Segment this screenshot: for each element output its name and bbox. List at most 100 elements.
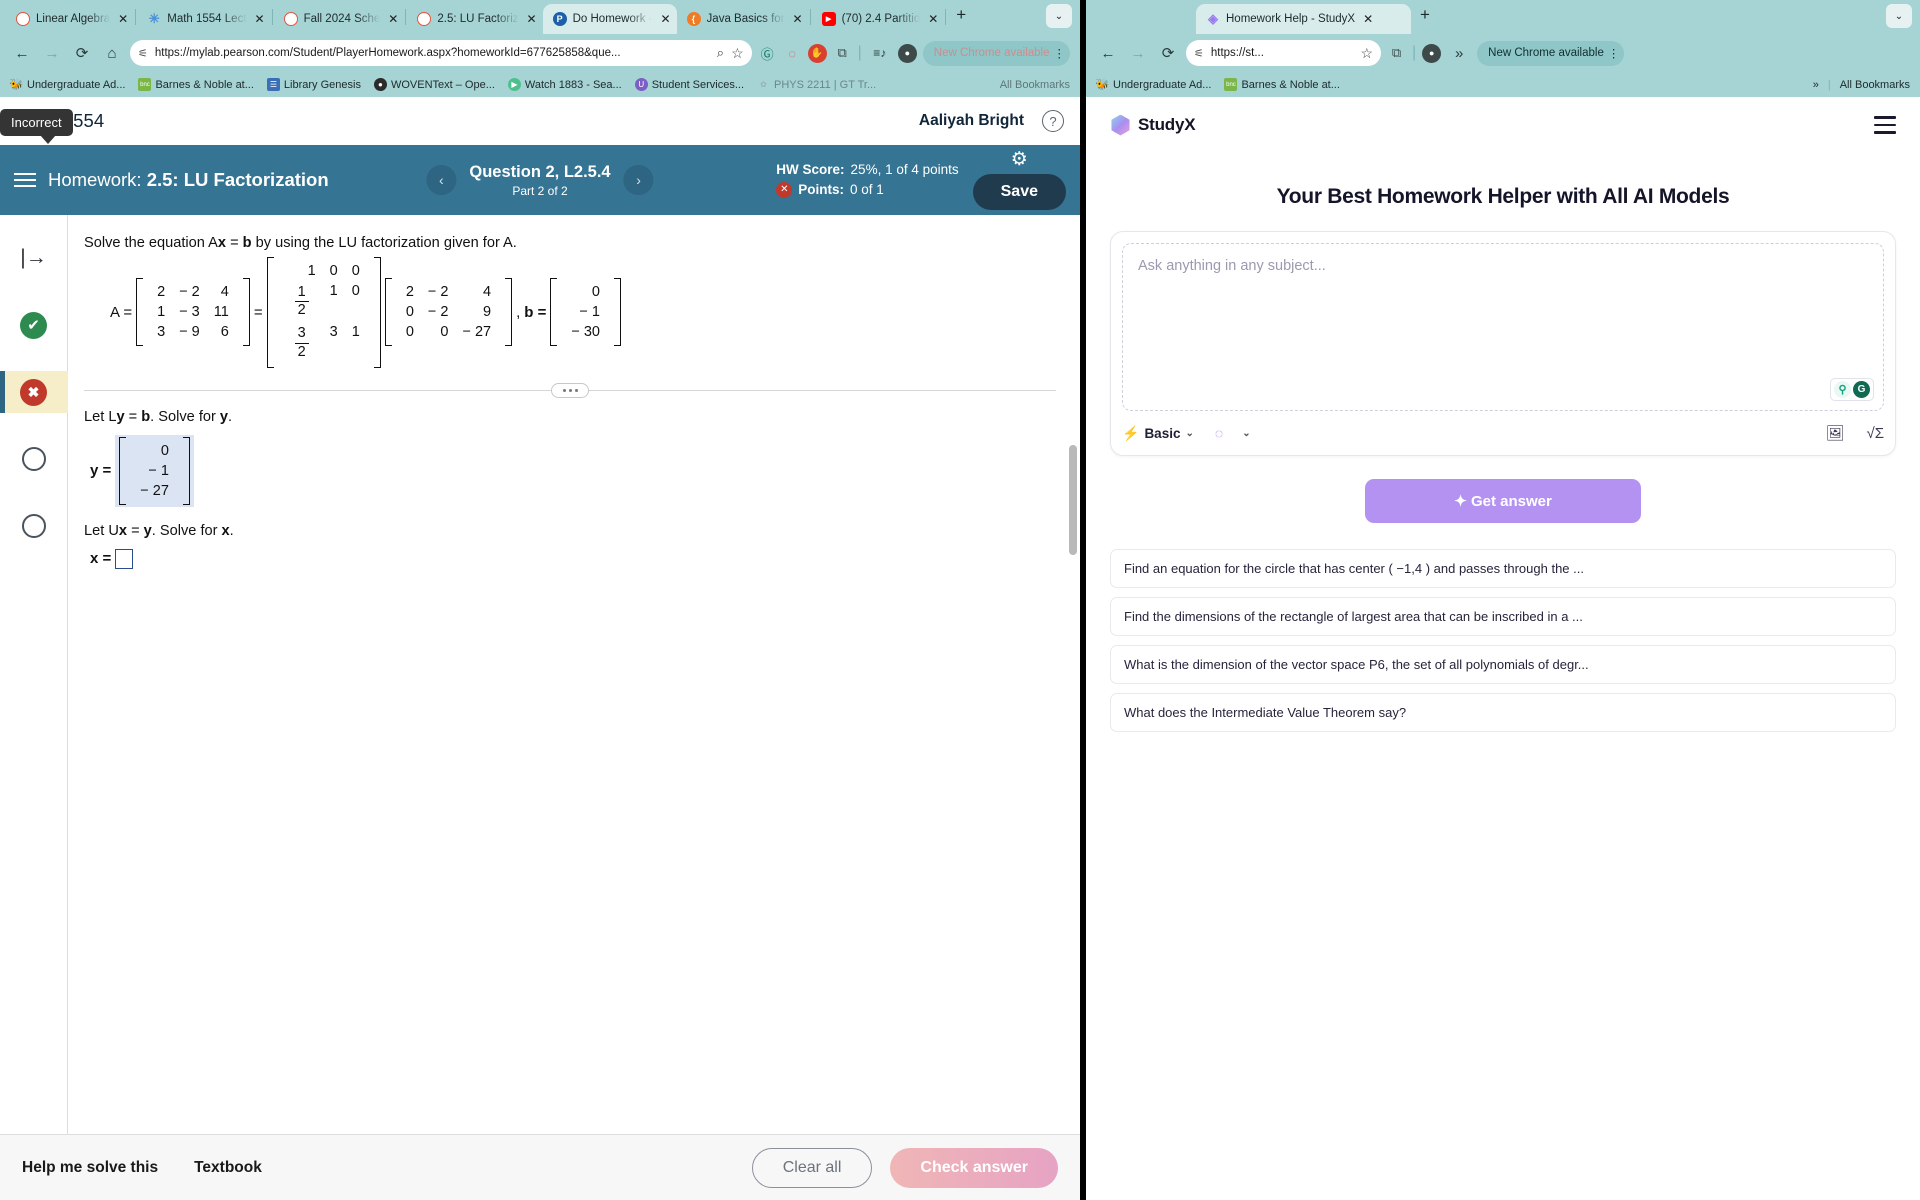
grammarly-extension-icon[interactable]: Ⓖ (758, 44, 777, 63)
bookmark-item[interactable]: ✿ PHYS 2211 | GT Tr... (757, 78, 876, 91)
sidebar-item-incorrect[interactable]: ✖ (0, 371, 68, 413)
site-settings-icon[interactable]: ⚟ (1194, 47, 1204, 60)
tab-separator (135, 9, 137, 25)
extension-icon[interactable]: ◌ (783, 44, 802, 63)
back-icon[interactable]: ← (10, 41, 34, 65)
grammarly-suggestion-icon[interactable]: ⚲ (1834, 381, 1851, 398)
back-icon[interactable]: ← (1096, 41, 1120, 65)
tab-close-icon[interactable]: ✕ (255, 12, 265, 26)
help-me-solve-this-link[interactable]: Help me solve this (22, 1159, 158, 1177)
gear-icon[interactable]: ⚙ (1011, 150, 1028, 169)
forward-icon[interactable]: → (40, 41, 64, 65)
list-item[interactable]: Find an equation for the circle that has… (1110, 549, 1896, 588)
bookmark-item[interactable]: bnc Barnes & Noble at... (138, 78, 254, 91)
chrome-update-pill[interactable]: New Chrome available ⋮ (922, 40, 1070, 66)
home-icon[interactable]: ⌂ (100, 41, 124, 65)
studyx-logo[interactable]: StudyX (1110, 114, 1196, 136)
chrome-menu-icon[interactable]: ⋮ (1054, 46, 1066, 60)
site-settings-icon[interactable]: ⚟ (138, 47, 148, 60)
bookmark-item[interactable]: ● WOVENText – Ope... (373, 78, 495, 91)
model-selector[interactable]: ◌ ⌄ (1215, 425, 1251, 441)
all-bookmarks-button[interactable]: All Bookmarks (1840, 79, 1910, 91)
cell: 1 (307, 263, 316, 279)
list-item[interactable]: What is the dimension of the vector spac… (1110, 645, 1896, 684)
collapse-handle-icon[interactable] (551, 382, 589, 398)
sidebar-item-unanswered-2[interactable] (0, 505, 68, 547)
bookmarks-overflow-icon[interactable]: » (1813, 79, 1819, 91)
bookmark-item[interactable]: 🐝 Undergraduate Ad... (1096, 78, 1212, 92)
tab-close-icon[interactable]: ✕ (1363, 12, 1373, 26)
matrix-A: 2 − 2 4 1 − 3 11 3 − 9 6 (136, 278, 250, 347)
image-upload-icon[interactable]: 🖼 (1825, 424, 1844, 442)
new-tab-button[interactable]: + (947, 5, 975, 29)
tab-close-icon[interactable]: ✕ (118, 12, 128, 26)
x-answer-input[interactable] (115, 548, 134, 569)
sidebar-item-unanswered-1[interactable] (0, 438, 68, 480)
sidebar-item-correct[interactable]: ✔ (0, 304, 68, 346)
menu-icon[interactable] (14, 173, 36, 187)
step1-y: y (116, 408, 125, 425)
forward-icon[interactable]: → (1126, 41, 1150, 65)
browser-tab[interactable]: ✳ Math 1554 Lect ✕ (137, 4, 270, 34)
reading-list-icon[interactable]: ≡♪ (868, 41, 892, 65)
bookmark-star-icon[interactable]: ☆ (731, 45, 744, 62)
tab-close-icon[interactable]: ✕ (527, 12, 537, 26)
chrome-update-pill[interactable]: New Chrome available ⋮ (1477, 40, 1625, 66)
tab-close-icon[interactable]: ✕ (793, 12, 803, 26)
bolt-icon: ⚡ (1122, 424, 1140, 441)
hamburger-menu-icon[interactable] (1874, 116, 1896, 134)
browser-tab-active[interactable]: ◈ Homework Help - StudyX ✕ (1196, 4, 1411, 34)
avatar[interactable]: ● (897, 43, 917, 63)
get-answer-button[interactable]: ✦ Get answer (1365, 479, 1641, 523)
content-scrollbar[interactable] (1069, 445, 1077, 555)
tab-separator (945, 9, 947, 25)
toolbar-overflow-icon[interactable]: » (1447, 41, 1471, 65)
textbook-link[interactable]: Textbook (194, 1159, 262, 1177)
browser-tab[interactable]: ▶ (70) 2.4 Partitio ✕ (812, 4, 945, 34)
help-icon[interactable]: ? (1042, 110, 1064, 132)
tab-close-icon[interactable]: ✕ (928, 12, 938, 26)
extensions-puzzle-icon[interactable]: ⧉ (833, 44, 852, 63)
clear-all-button[interactable]: Clear all (751, 1147, 873, 1188)
all-bookmarks-button[interactable]: All Bookmarks (1000, 79, 1070, 91)
mode-selector[interactable]: ⚡ Basic ⌄ (1122, 425, 1194, 442)
cell-fraction-half: 12 (281, 281, 323, 322)
grammarly-logo-icon[interactable]: G (1853, 381, 1870, 398)
chrome-menu-icon[interactable]: ⋮ (1608, 46, 1620, 60)
extensions-puzzle-icon[interactable]: ⧉ (1387, 44, 1406, 63)
browser-tab[interactable]: { Java Basics for ✕ (677, 4, 809, 34)
adblock-extension-icon[interactable]: ✋ (807, 43, 827, 63)
math-editor-icon[interactable]: √Σ (1866, 425, 1884, 442)
save-button[interactable]: Save (972, 174, 1066, 210)
bookmark-item[interactable]: ☰ Library Genesis (266, 78, 361, 91)
next-question-button[interactable]: › (623, 165, 654, 195)
tab-separator (809, 9, 811, 25)
browser-tab-active[interactable]: P Do Homework - ✕ (542, 4, 677, 34)
address-bar[interactable]: ⚟ https://mylab.pearson.com/Student/Play… (130, 40, 752, 66)
bookmark-item[interactable]: bnc Barnes & Noble at... (1224, 78, 1340, 91)
prev-question-button[interactable]: ‹ (426, 165, 457, 195)
bookmark-item[interactable]: ▶ Watch 1883 - Sea... (507, 78, 622, 91)
new-tab-button[interactable]: + (1411, 5, 1439, 29)
reload-icon[interactable]: ⟳ (70, 41, 94, 65)
grammarly-widget[interactable]: ⚲ G (1830, 378, 1874, 401)
reload-icon[interactable]: ⟳ (1156, 41, 1180, 65)
sidebar-item-expand-panel[interactable]: |→ (0, 237, 68, 279)
list-item[interactable]: What does the Intermediate Value Theorem… (1110, 693, 1896, 732)
check-answer-button[interactable]: Check answer (890, 1147, 1058, 1188)
bookmark-item[interactable]: 🐝 Undergraduate Ad... (10, 78, 126, 92)
list-item[interactable]: Find the dimensions of the rectangle of … (1110, 597, 1896, 636)
tab-search-icon[interactable]: ⌄ (1886, 4, 1912, 28)
tab-search-icon[interactable]: ⌄ (1046, 4, 1072, 28)
question-input[interactable]: Ask anything in any subject... ⚲ G (1122, 243, 1884, 411)
tab-close-icon[interactable]: ✕ (660, 12, 670, 26)
bookmark-star-icon[interactable]: ☆ (1360, 45, 1373, 62)
bookmark-item[interactable]: U Student Services... (634, 78, 744, 91)
address-bar[interactable]: ⚟ https://st... ☆ (1186, 40, 1381, 66)
browser-tab[interactable]: Linear Algebra ✕ (6, 4, 134, 34)
tab-close-icon[interactable]: ✕ (388, 12, 398, 26)
browser-tab[interactable]: Fall 2024 Sche ✕ (274, 4, 405, 34)
browser-tab[interactable]: 2.5: LU Factoriz ✕ (407, 4, 542, 34)
avatar[interactable]: ● (1422, 43, 1442, 63)
search-icon[interactable]: ⌕ (717, 45, 724, 61)
